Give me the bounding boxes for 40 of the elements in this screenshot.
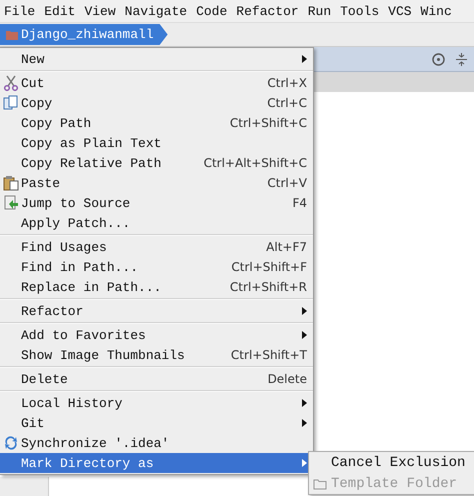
menu-item[interactable]: View (84, 4, 116, 18)
menu-item[interactable]: Run (308, 4, 332, 18)
folder-icon (313, 478, 327, 490)
menu-item[interactable]: Find in Path... Ctrl+Shift+F (0, 257, 313, 277)
menu-item[interactable]: Git (0, 413, 313, 433)
menu-item[interactable]: New (0, 49, 313, 69)
menu-item[interactable]: Refactor (236, 4, 299, 18)
collapse-icon[interactable] (455, 52, 468, 66)
menu-item[interactable]: Paste Ctrl+V (0, 173, 313, 193)
menu-item[interactable]: Navigate (124, 4, 188, 18)
copy-icon (3, 95, 19, 111)
sync-icon (3, 435, 19, 451)
menu-item[interactable]: Copy Ctrl+C (0, 93, 313, 113)
clipboard-icon (3, 175, 19, 191)
menu-item[interactable]: Find Usages Alt+F7 (0, 237, 313, 257)
menu-item[interactable]: Show Image Thumbnails Ctrl+Shift+T (0, 345, 313, 365)
menu-item[interactable]: Replace in Path... Ctrl+Shift+R (0, 277, 313, 297)
scissors-icon (3, 75, 19, 91)
menu-item[interactable]: Cut Ctrl+X (0, 73, 313, 93)
breadcrumb[interactable]: Django_zhiwanmall (0, 24, 168, 45)
target-icon[interactable] (432, 52, 445, 66)
menu-item[interactable]: Edit (44, 4, 76, 18)
menu-item[interactable]: Local History (0, 393, 313, 413)
menu-item[interactable]: Copy Relative Path Ctrl+Alt+Shift+C (0, 153, 313, 173)
menu-item[interactable]: Synchronize '.idea' (0, 433, 313, 453)
menu-item[interactable]: Delete Delete (0, 369, 313, 389)
menu-item[interactable]: File (4, 4, 36, 18)
menu-item[interactable]: Copy as Plain Text (0, 133, 313, 153)
menu-item[interactable]: Add to Favorites (0, 325, 313, 345)
menu-item[interactable]: Apply Patch... (0, 213, 313, 233)
menu-item[interactable]: Jump to Source F4 (0, 193, 313, 213)
menu-item[interactable]: Code (196, 4, 228, 18)
menu-item[interactable]: Copy Path Ctrl+Shift+C (0, 113, 313, 133)
menu-item[interactable]: Tools (340, 4, 380, 18)
menu-item[interactable]: VCS (388, 4, 412, 18)
breadcrumb-label: Django_zhiwanmall (21, 27, 154, 42)
jump-icon (3, 195, 19, 211)
menu-item[interactable]: Refactor (0, 301, 313, 321)
folder-icon (6, 30, 18, 40)
menu-item[interactable]: Winc (420, 4, 452, 18)
